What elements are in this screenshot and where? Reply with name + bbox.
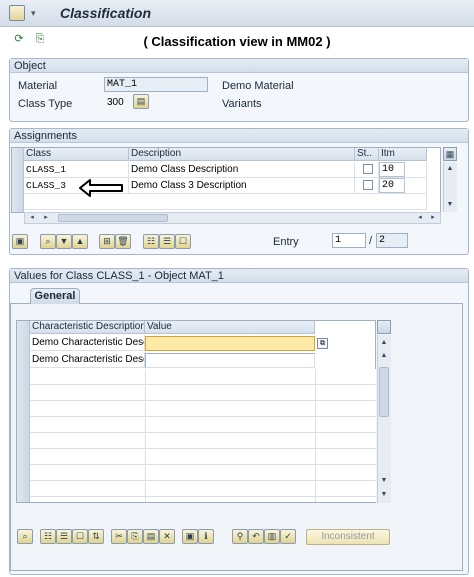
class-type-search-help-icon[interactable]: ▤ xyxy=(133,94,149,109)
paste-icon[interactable]: ▤ xyxy=(143,529,159,544)
dropdown-arrow-icon[interactable]: ▾ xyxy=(31,5,43,21)
char-select-block-icon[interactable]: ☰ xyxy=(56,529,72,544)
char-scroll-down2-icon[interactable]: ▼ xyxy=(378,490,390,500)
object-group-header: Object xyxy=(10,59,468,73)
insert-row-icon[interactable]: ⊞ xyxy=(99,234,115,249)
char-details-icon[interactable]: ▣ xyxy=(182,529,198,544)
entry-separator: / xyxy=(369,235,373,247)
characteristic-value-input[interactable] xyxy=(145,353,315,368)
horizontal-scroll-thumb[interactable] xyxy=(58,214,168,222)
scroll-left-icon[interactable]: ◂ xyxy=(26,213,38,223)
char-scroll-down-icon[interactable]: ▼ xyxy=(378,476,390,486)
scroll-right-icon[interactable]: ▸ xyxy=(40,213,52,223)
scroll-right-end-icon[interactable]: ▸ xyxy=(427,213,439,223)
scroll-up-icon[interactable]: ▲ xyxy=(444,164,456,174)
deselect-all-icon[interactable]: ☐ xyxy=(175,234,191,249)
column-header-description[interactable]: Description xyxy=(129,148,355,161)
column-header-status[interactable]: St.. xyxy=(355,148,379,161)
column-header-value[interactable]: Value xyxy=(145,321,315,334)
char-sort-icon[interactable]: ⇅ xyxy=(88,529,104,544)
entry-current-field[interactable]: 1 xyxy=(332,233,366,248)
binoculars-icon[interactable]: ⚲ xyxy=(232,529,248,544)
scroll-down-icon[interactable]: ▼ xyxy=(444,200,456,210)
item-field[interactable]: 20 xyxy=(379,178,405,193)
column-header-class[interactable]: Class xyxy=(24,148,129,161)
char-select-all-icon[interactable]: ☷ xyxy=(40,529,56,544)
assignments-group-header: Assignments xyxy=(10,129,468,143)
characteristic-description: Demo Characteristic Desc.. xyxy=(30,335,145,351)
characteristic-value-input[interactable] xyxy=(145,336,315,351)
tab-general[interactable]: General xyxy=(30,288,80,304)
find-icon[interactable]: ⌕ xyxy=(40,234,56,249)
class-type-description: Variants xyxy=(222,98,262,110)
values-group-header: Values for Class CLASS_1 - Object MAT_1 xyxy=(10,269,468,283)
annotation-arrow-icon xyxy=(79,179,123,197)
column-header-item[interactable]: Itm xyxy=(379,148,427,161)
class-type-label: Class Type xyxy=(18,98,73,110)
char-delete-icon[interactable]: ✕ xyxy=(159,529,175,544)
char-deselect-icon[interactable]: ☐ xyxy=(72,529,88,544)
assignment-description: Demo Class 3 Description xyxy=(129,178,355,194)
char-find-icon[interactable]: ⌕ xyxy=(17,529,33,544)
material-label: Material xyxy=(18,80,58,92)
move-down-icon[interactable]: ▼ xyxy=(56,234,72,249)
status-checkbox[interactable] xyxy=(363,164,373,174)
status-checkbox[interactable] xyxy=(363,180,373,190)
char-table-icon[interactable]: ▥ xyxy=(264,529,280,544)
select-block-icon[interactable]: ☰ xyxy=(159,234,175,249)
class-type-value[interactable]: 300 xyxy=(107,97,124,108)
move-up-icon[interactable]: ▲ xyxy=(72,234,88,249)
empty-rows-area xyxy=(30,369,376,502)
cut-icon[interactable]: ✂ xyxy=(111,529,127,544)
details-icon[interactable]: ▣ xyxy=(12,234,28,249)
select-all-icon[interactable]: ☷ xyxy=(143,234,159,249)
system-menu-icon[interactable] xyxy=(9,5,25,21)
material-field[interactable]: MAT_1 xyxy=(104,77,208,92)
item-field[interactable]: 10 xyxy=(379,162,405,177)
table-settings-icon[interactable]: ▦ xyxy=(443,147,457,161)
scroll-left-end-icon[interactable]: ◂ xyxy=(414,213,426,223)
char-row-selector-column[interactable] xyxy=(17,321,30,502)
inconsistent-button[interactable]: Inconsistent xyxy=(306,529,390,545)
char-scroll-up2-icon[interactable]: ▲ xyxy=(378,351,390,361)
char-scroll-thumb[interactable] xyxy=(379,367,389,417)
column-header-characteristic[interactable]: Characteristic Description xyxy=(30,321,145,334)
material-description: Demo Material xyxy=(222,80,294,92)
view-title: ( Classification view in MM02 ) xyxy=(143,34,331,49)
delete-row-icon[interactable]: 🗑 xyxy=(115,234,131,249)
assignment-class[interactable]: CLASS_1 xyxy=(24,162,129,178)
copy-icon[interactable]: ⎘ xyxy=(127,529,143,544)
entry-label: Entry xyxy=(273,236,299,248)
window-title: Classification xyxy=(60,5,152,21)
value-help-icon[interactable]: ⧉ xyxy=(317,338,328,349)
check-icon[interactable]: ✓ xyxy=(280,529,296,544)
char-table-settings-icon[interactable] xyxy=(377,320,391,334)
entry-total: 2 xyxy=(376,233,408,248)
row-selector-column[interactable] xyxy=(12,148,24,212)
info-icon[interactable]: ℹ xyxy=(198,529,214,544)
assignment-description: Demo Class Description xyxy=(129,162,355,178)
characteristic-description: Demo Characteristic Desc.. xyxy=(30,352,145,368)
char-scroll-up-icon[interactable]: ▲ xyxy=(378,338,390,348)
undo-icon[interactable]: ↶ xyxy=(248,529,264,544)
